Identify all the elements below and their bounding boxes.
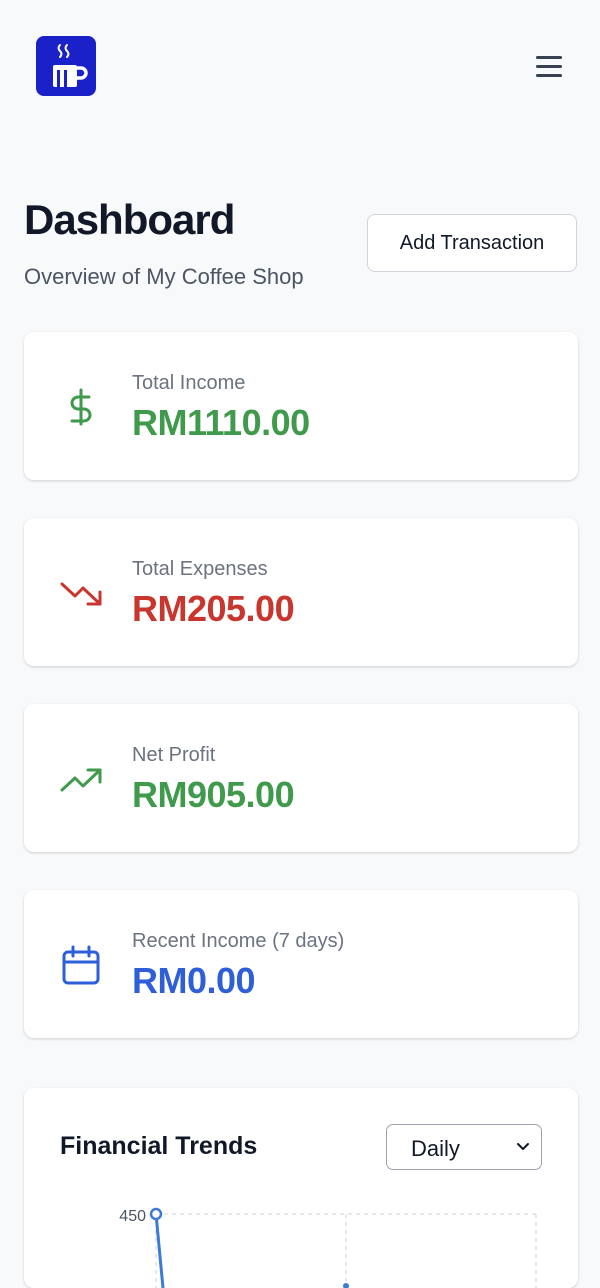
page-title: Dashboard bbox=[24, 196, 235, 243]
financial-trends-chart: 450 bbox=[119, 1207, 537, 1288]
data-point bbox=[149, 1207, 163, 1221]
chart-series bbox=[149, 1207, 349, 1288]
y-tick-label: 450 bbox=[119, 1208, 146, 1225]
page-subtitle: Overview of My Coffee Shop bbox=[24, 264, 304, 289]
stat-card-net-profit: Net Profit RM905.00 bbox=[24, 704, 578, 852]
add-transaction-button[interactable]: Add Transaction bbox=[367, 214, 577, 272]
stat-value: RM205.00 bbox=[132, 588, 295, 629]
hamburger-menu-icon-line bbox=[536, 65, 562, 68]
stat-value: RM1110.00 bbox=[132, 402, 310, 443]
stat-label: Total Expenses bbox=[132, 558, 268, 580]
hamburger-menu-icon-line bbox=[536, 74, 562, 77]
chevron-down-icon bbox=[517, 1143, 529, 1150]
series-line bbox=[154, 1213, 165, 1288]
trending-down-icon bbox=[60, 582, 102, 606]
coffee-cup-icon bbox=[53, 44, 88, 87]
hamburger-menu-button[interactable] bbox=[530, 50, 568, 84]
chart-grid bbox=[155, 1213, 537, 1288]
stat-value: RM905.00 bbox=[132, 774, 295, 815]
top-bar bbox=[0, 0, 600, 130]
period-select-value: Daily bbox=[411, 1136, 460, 1161]
stat-label: Recent Income (7 days) bbox=[132, 930, 345, 952]
stat-card-total-expenses: Total Expenses RM205.00 bbox=[24, 518, 578, 666]
financial-trends-title: Financial Trends bbox=[60, 1132, 258, 1160]
coffee-shop-logo[interactable] bbox=[36, 36, 96, 96]
chart-y-ticks: 450 bbox=[119, 1208, 146, 1225]
trending-up-icon bbox=[60, 768, 102, 792]
period-select[interactable]: Daily bbox=[386, 1124, 542, 1170]
stat-value: RM0.00 bbox=[132, 960, 256, 1001]
financial-trends-card: Financial Trends Daily 450 bbox=[24, 1088, 578, 1288]
stat-card-total-income: Total Income RM1110.00 bbox=[24, 332, 578, 480]
calendar-icon bbox=[62, 945, 100, 985]
stat-label: Total Income bbox=[132, 372, 246, 394]
dollar-icon bbox=[70, 388, 92, 426]
stat-card-recent-income: Recent Income (7 days) RM0.00 bbox=[24, 890, 578, 1038]
data-point bbox=[343, 1283, 349, 1288]
stat-label: Net Profit bbox=[132, 744, 216, 766]
hamburger-menu-icon bbox=[536, 56, 562, 59]
